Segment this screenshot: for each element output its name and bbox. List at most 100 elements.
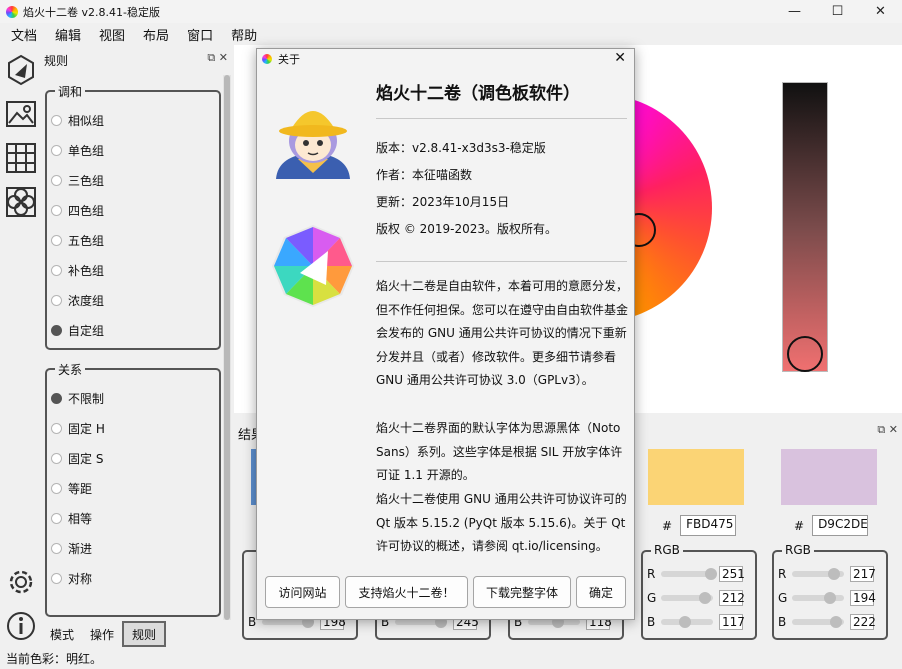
panel-tabs: 模式 操作 规则 [42, 621, 167, 647]
about-dialog-title: 关于 [278, 53, 300, 66]
radio-button[interactable] [51, 145, 62, 156]
title-bar: 焰火十二卷 v2.8.41-稳定版 — ☐ ✕ [0, 0, 902, 23]
wheel-icon[interactable] [4, 53, 38, 87]
download-fonts-button[interactable]: 下载完整字体 [473, 576, 571, 608]
harmony-option-shade[interactable]: 浓度组 [51, 292, 104, 309]
hex-input[interactable]: FBD475 [680, 515, 737, 536]
slider-knob[interactable] [824, 592, 836, 604]
image-icon[interactable] [4, 97, 38, 131]
relation-option-gradual[interactable]: 渐进 [51, 540, 92, 557]
radio-button[interactable] [51, 235, 62, 246]
value-slider-marker[interactable] [787, 336, 823, 372]
about-heading: 焰火十二卷（调色板软件） [376, 84, 580, 104]
minimize-button[interactable]: — [773, 0, 816, 23]
r-slider[interactable] [792, 568, 844, 580]
grid-icon[interactable] [4, 141, 38, 175]
menu-window[interactable]: 窗口 [177, 25, 221, 44]
slider-knob[interactable] [830, 616, 842, 628]
info-icon[interactable] [4, 609, 38, 643]
circles-icon[interactable] [4, 185, 38, 219]
b-slider[interactable] [792, 616, 844, 628]
maximize-button[interactable]: ☐ [816, 0, 859, 23]
support-button[interactable]: 支持焰火十二卷！ [345, 576, 468, 608]
harmony-group: 调和 相似组 单色组 三色组 四色组 五色组 补色组 浓度组 自定组 [45, 83, 221, 350]
radio-button[interactable] [51, 453, 62, 464]
menu-layout[interactable]: 布局 [133, 25, 177, 44]
updated-text: 更新：2023年10月15日 [376, 195, 510, 209]
about-dialog: 关于 ✕ 焰火十二卷（调色板软件） 版本：v2.8.41-x3d3s3-稳定版 … [256, 48, 635, 620]
radio-button[interactable] [51, 115, 62, 126]
harmony-option-similar[interactable]: 相似组 [51, 112, 104, 129]
relation-option-equal[interactable]: 相等 [51, 510, 92, 527]
visit-website-button[interactable]: 访问网站 [265, 576, 340, 608]
rgb-group-label: RGB [651, 543, 683, 557]
radio-button-selected[interactable] [51, 393, 62, 404]
harmony-option-custom[interactable]: 自定组 [51, 322, 104, 339]
relation-option-fixed-s[interactable]: 固定 S [51, 450, 103, 467]
slider-knob[interactable] [679, 616, 691, 628]
b-value-input[interactable]: 222 [850, 614, 876, 630]
menu-edit[interactable]: 编辑 [45, 25, 89, 44]
harmony-option-complement[interactable]: 补色组 [51, 262, 104, 279]
r-slider[interactable] [661, 568, 717, 580]
rgb-group-label: RGB [782, 543, 814, 557]
slider-knob[interactable] [699, 592, 711, 604]
settings-gear-icon[interactable] [4, 565, 38, 599]
result-swatch[interactable] [781, 449, 877, 505]
hex-input[interactable]: D9C2DE [812, 515, 869, 536]
relation-option-symmetric[interactable]: 对称 [51, 570, 92, 587]
relation-option-fixed-h[interactable]: 固定 H [51, 420, 105, 437]
rgb-group: RGB R 251 G 212 B 117 [641, 543, 757, 640]
harmony-option-mono[interactable]: 单色组 [51, 142, 104, 159]
harmony-option-pentad[interactable]: 五色组 [51, 232, 104, 249]
copyright-text: 版权 © 2019-2023。版权所有。 [376, 222, 558, 236]
tab-operation[interactable]: 操作 [82, 621, 122, 647]
tab-mode[interactable]: 模式 [42, 621, 82, 647]
relation-option-equidistant[interactable]: 等距 [51, 480, 92, 497]
about-close-icon[interactable]: ✕ [614, 50, 626, 66]
menu-view[interactable]: 视图 [89, 25, 133, 44]
panel-float-close-icons[interactable]: ⧉ ✕ [877, 423, 898, 437]
radio-button[interactable] [51, 483, 62, 494]
panel-float-close-icons[interactable]: ⧉ ✕ [207, 51, 228, 65]
about-dialog-titlebar: 关于 [257, 49, 634, 69]
radio-button[interactable] [51, 295, 62, 306]
g-slider-row: G 212 [647, 590, 745, 606]
harmony-option-tetrad[interactable]: 四色组 [51, 202, 104, 219]
menu-help[interactable]: 帮助 [221, 25, 265, 44]
font-paragraph: 焰火十二卷界面的默认字体为思源黑体（Noto Sans）系列。这些字体是根据 S… [376, 421, 623, 482]
harmony-option-triad[interactable]: 三色组 [51, 172, 104, 189]
result-swatch[interactable] [648, 449, 744, 505]
close-button[interactable]: ✕ [859, 0, 902, 23]
slider-knob[interactable] [828, 568, 840, 580]
relation-group: 关系 不限制 固定 H 固定 S 等距 相等 渐进 对称 [45, 361, 221, 617]
relation-option-unlimited[interactable]: 不限制 [51, 390, 104, 407]
radio-button[interactable] [51, 513, 62, 524]
menu-bar: 文档 编辑 视图 布局 窗口 帮助 [0, 23, 902, 45]
color-wheel-logo [272, 225, 354, 307]
r-value-input[interactable]: 217 [850, 566, 876, 582]
b-slider[interactable] [661, 616, 713, 628]
tab-rules[interactable]: 规则 [122, 621, 167, 647]
app-logo-icon [262, 54, 272, 64]
g-value-input[interactable]: 194 [850, 590, 876, 606]
author-text: 作者：本征喵函数 [376, 168, 473, 182]
g-slider[interactable] [661, 592, 713, 604]
ok-button[interactable]: 确定 [576, 576, 626, 608]
slider-knob[interactable] [705, 568, 717, 580]
rules-scroll-thumb[interactable] [224, 75, 230, 620]
g-slider[interactable] [792, 592, 844, 604]
radio-button[interactable] [51, 265, 62, 276]
radio-button[interactable] [51, 205, 62, 216]
radio-button-selected[interactable] [51, 325, 62, 336]
radio-button[interactable] [51, 543, 62, 554]
menu-document[interactable]: 文档 [0, 25, 45, 44]
radio-button[interactable] [51, 175, 62, 186]
radio-button[interactable] [51, 573, 62, 584]
radio-button[interactable] [51, 423, 62, 434]
r-value-input[interactable]: 251 [719, 566, 745, 582]
g-value-input[interactable]: 212 [719, 590, 745, 606]
b-value-input[interactable]: 117 [719, 614, 745, 630]
value-slider-bar[interactable] [782, 82, 828, 372]
relation-group-label: 关系 [55, 361, 86, 378]
